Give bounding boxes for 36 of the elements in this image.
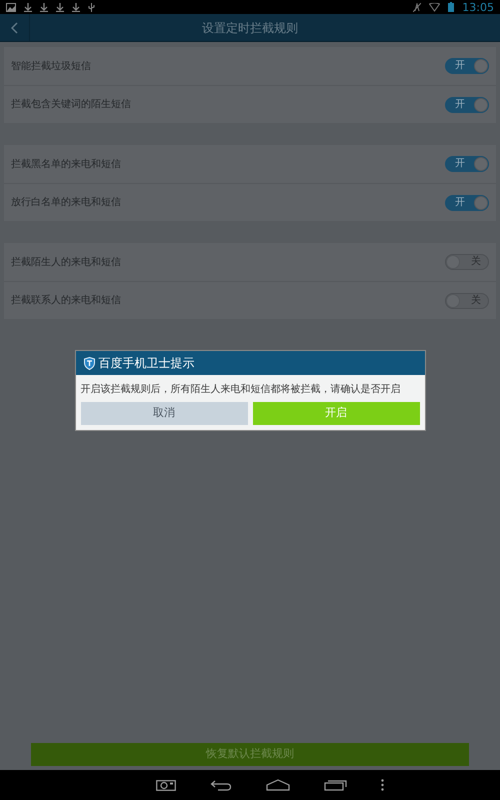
download-icon [72,2,80,12]
rule-row[interactable]: 拦截包含关键词的陌生短信 开 [4,85,496,123]
home-icon[interactable] [266,779,290,791]
cancel-button[interactable]: 取消 [80,402,248,425]
rule-label: 放行白名单的来电和短信 [11,196,121,210]
toggle-switch[interactable]: 开 [445,58,489,74]
camera-icon[interactable] [156,779,176,791]
rule-label: 智能拦截垃圾短信 [11,60,91,74]
download-icon [24,2,32,12]
rule-row[interactable]: 智能拦截垃圾短信 开 [4,47,496,85]
back-icon [11,22,18,34]
download-icon [40,2,48,12]
picture-icon [6,2,16,12]
battery-icon [448,2,454,12]
clock: 13:05 [462,2,494,12]
toggle-switch[interactable]: 开 [445,96,489,112]
wifi-icon [429,2,440,12]
toggle-switch[interactable]: 开 [445,194,489,210]
rule-label: 拦截联系人的来电和短信 [11,294,121,308]
download-icon [56,2,64,12]
recent-apps-icon[interactable] [324,779,347,791]
restore-defaults-button[interactable]: 恢复默认拦截规则 [31,743,469,766]
rule-row[interactable]: 拦截黑名单的来电和短信 开 [4,145,496,183]
shield-icon [84,356,94,370]
rule-label: 拦截陌生人的来电和短信 [11,256,121,270]
mute-icon [413,2,422,12]
dialog-message: 开启该拦截规则后，所有陌生人来电和短信都将被拦截，请确认是否开启 [80,382,402,397]
page-title: 设置定时拦截规则 [202,20,298,36]
back-icon[interactable] [210,779,232,791]
rule-label: 拦截黑名单的来电和短信 [11,158,121,172]
dialog-title: 百度手机卫士提示 [98,355,194,372]
rule-label: 拦截包含关键词的陌生短信 [11,98,131,112]
more-icon[interactable] [381,779,384,791]
toggle-switch[interactable]: 开 [445,156,489,172]
rule-row[interactable]: 放行白名单的来电和短信 开 [4,183,496,221]
usb-icon [88,2,95,12]
